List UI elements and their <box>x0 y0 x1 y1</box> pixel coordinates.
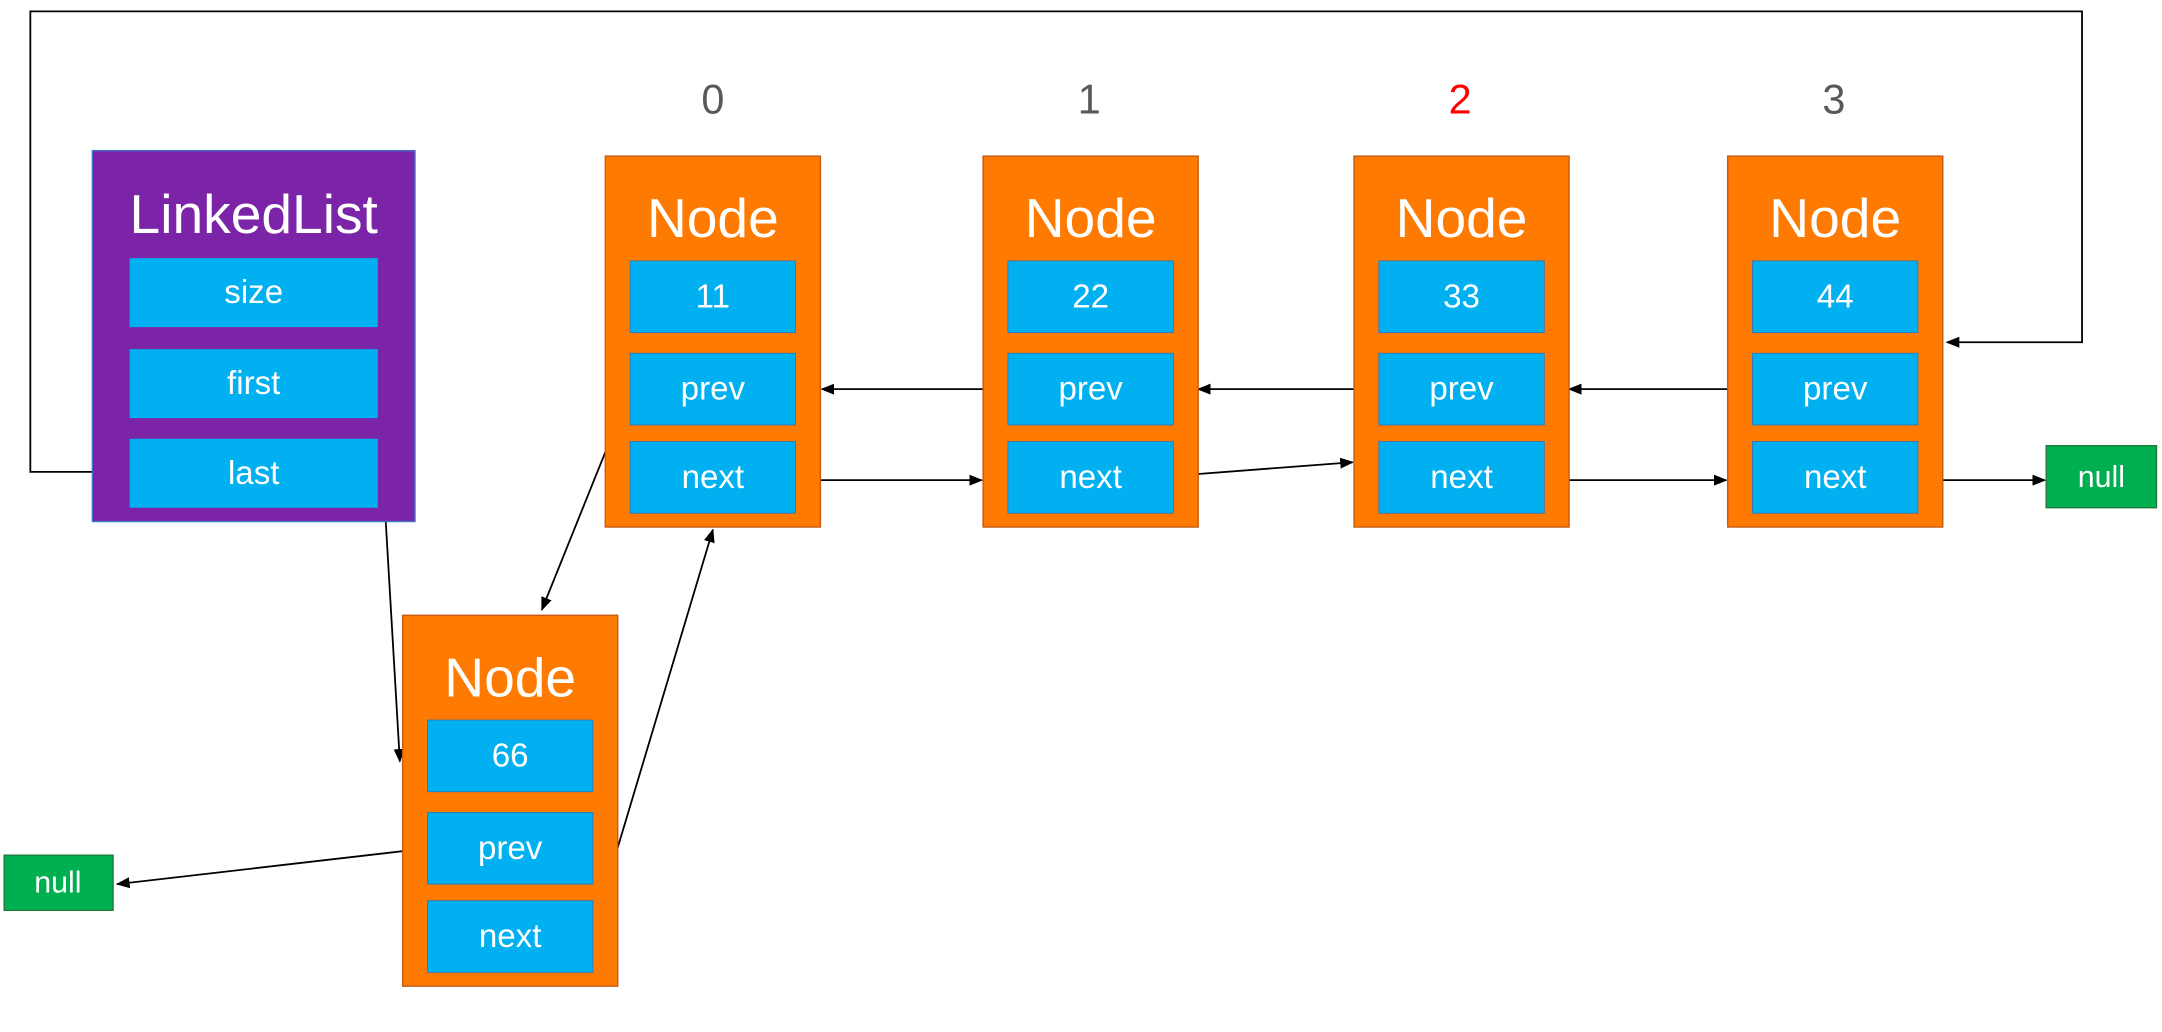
null-left: null <box>3 854 114 912</box>
node-prev: prev <box>478 830 543 867</box>
node-new: Node 66 prev next <box>401 614 619 987</box>
node-prev: prev <box>1803 371 1868 408</box>
node-title: Node <box>1769 187 1901 249</box>
node1-next-arrow <box>1171 457 1355 477</box>
node-value: 22 <box>1072 278 1109 315</box>
node-next: next <box>1059 459 1122 496</box>
linkedlist-box: LinkedList size first last <box>91 149 416 523</box>
index-label: 0 <box>701 77 724 123</box>
node-value: 44 <box>1817 278 1854 315</box>
null-right: null <box>2045 444 2158 509</box>
node-prev: prev <box>681 371 746 408</box>
index-label: 1 <box>1078 77 1101 123</box>
node-next: next <box>1430 459 1493 496</box>
node-title: Node <box>1025 187 1157 249</box>
node-1: Node 22 prev next <box>982 155 1199 528</box>
node-title: Node <box>444 646 576 708</box>
index-label: 3 <box>1822 77 1845 123</box>
field-last: last <box>228 455 279 492</box>
node-next: next <box>1804 459 1867 496</box>
node-next: next <box>682 459 745 496</box>
node-value: 33 <box>1443 278 1480 315</box>
node-title: Node <box>1396 187 1528 249</box>
field-first: first <box>227 365 280 402</box>
node-value: 66 <box>492 737 529 774</box>
null-left-label: null <box>34 866 81 899</box>
linked-list-diagram: LinkedList size first last 0 1 2 3 Node 1… <box>0 0 2162 1032</box>
node-3: Node 44 prev next <box>1726 155 1944 528</box>
node66-prev-arrow <box>115 847 428 889</box>
node-next: next <box>479 918 542 955</box>
field-size: size <box>224 274 283 311</box>
node-0: Node 11 prev next <box>604 155 822 528</box>
diagram-canvas: LinkedList size first last 0 1 2 3 Node 1… <box>3 10 2158 987</box>
node-title: Node <box>647 187 779 249</box>
node-value: 11 <box>696 278 730 315</box>
null-right-label: null <box>2078 461 2125 494</box>
node-2: Node 33 prev next <box>1353 155 1570 528</box>
node-prev: prev <box>1429 371 1494 408</box>
node-prev: prev <box>1058 371 1123 408</box>
index-label-highlighted: 2 <box>1449 77 1472 123</box>
linkedlist-title: LinkedList <box>130 183 378 245</box>
